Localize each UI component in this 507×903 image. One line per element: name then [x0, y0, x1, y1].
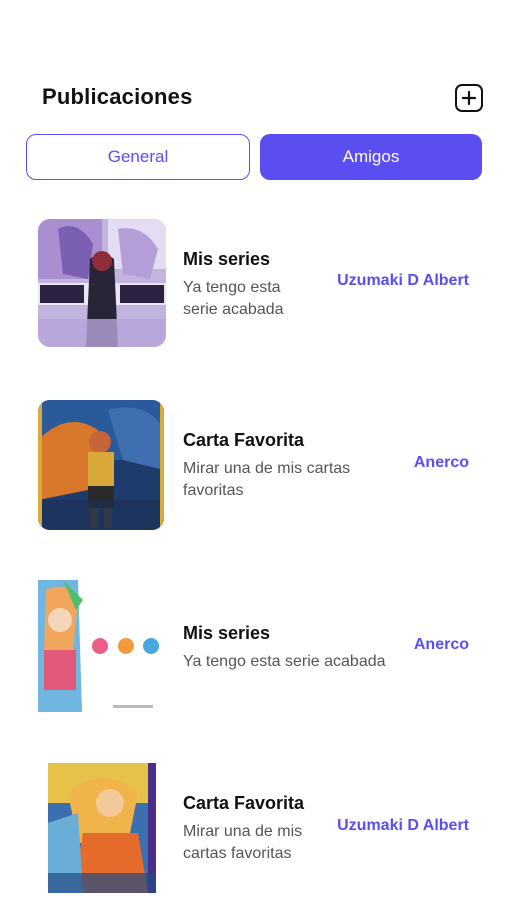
post-item[interactable]: Carta Favorita Mirar una de mis cartas f… — [0, 400, 507, 540]
post-description: Ya tengo esta serie acabada — [183, 653, 386, 670]
add-post-button[interactable] — [455, 84, 483, 112]
post-title: Carta Favorita — [183, 430, 305, 450]
tab-general[interactable]: General — [26, 134, 250, 180]
post-item[interactable]: Mis series Ya tengo esta serie acabada A… — [0, 580, 507, 720]
post-item[interactable]: Carta Favorita Mirar una de mis cartas f… — [0, 763, 507, 903]
post-thumbnail — [38, 580, 166, 712]
post-item[interactable]: Mis series Ya tengo esta serie acabada U… — [0, 219, 507, 359]
post-title: Carta Favorita — [183, 793, 305, 813]
post-author[interactable]: Anerco — [414, 636, 469, 654]
plus-icon — [461, 90, 477, 106]
post-description: Ya tengo esta serie acabada — [183, 279, 284, 318]
post-title: Mis series — [183, 249, 271, 269]
post-thumbnail — [38, 400, 164, 530]
post-description: Mirar una de mis cartas favoritas — [183, 460, 351, 499]
post-thumbnail — [38, 219, 166, 347]
post-title: Mis series — [183, 623, 271, 643]
post-thumbnail — [48, 763, 156, 893]
post-description: Mirar una de mis cartas favoritas — [183, 823, 303, 862]
post-author[interactable]: Uzumaki D Albert — [337, 817, 469, 835]
post-author[interactable]: Uzumaki D Albert — [337, 272, 469, 290]
header: Publicaciones — [42, 84, 483, 114]
tab-amigos[interactable]: Amigos — [260, 134, 482, 180]
page-title: Publicaciones — [42, 84, 193, 109]
tabs: General Amigos — [26, 134, 482, 180]
post-author[interactable]: Anerco — [414, 454, 469, 472]
